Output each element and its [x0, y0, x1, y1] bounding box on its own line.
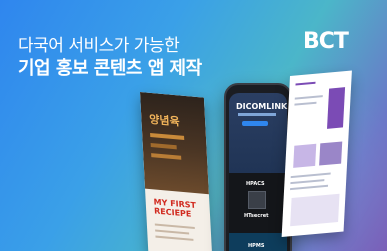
left-page-button-2 [150, 143, 177, 150]
feature-image-2 [319, 141, 343, 166]
phone-section-label: HPACS [246, 181, 265, 187]
left-page-button [150, 132, 185, 140]
left-page-title: 양념육 [149, 112, 181, 129]
phone-brand: DICOMLINK [236, 102, 288, 111]
food-hero-image: 양념육 [140, 92, 209, 195]
text-line [155, 235, 194, 241]
headline-line-1: 다국어 서비스가 가능한 [18, 36, 180, 56]
left-page-mockup: 양념육 MY FIRST RECIEPE [140, 92, 213, 251]
text-line [294, 95, 323, 100]
phone-cta-button [242, 121, 268, 126]
promo-banner: 다국어 서비스가 가능한 기업 홍보 콘텐츠 앱 제작 BCT 양념육 MY F… [0, 0, 387, 251]
text-line [155, 229, 190, 235]
text-line [290, 184, 329, 191]
phone-section-label-2: HTsecret [244, 213, 269, 219]
product-image [327, 87, 346, 129]
device-image [248, 191, 266, 209]
left-page-subtitle: MY FIRST RECIEPE [153, 197, 197, 219]
text-line [290, 179, 325, 185]
headline-line-2: 기업 홍보 콘텐츠 앱 제작 [18, 58, 202, 79]
feature-image [293, 143, 317, 168]
right-page-mockup [281, 70, 352, 237]
content-panel [290, 193, 340, 227]
bct-logo: BCT [303, 29, 349, 54]
right-page-logo [295, 81, 316, 86]
phone-subtitle-line [238, 113, 276, 116]
left-page-button-3 [151, 153, 182, 160]
text-line [290, 172, 331, 179]
text-line [154, 223, 195, 230]
phone-bottom-label: HPMS [248, 243, 265, 249]
text-line [294, 101, 317, 106]
